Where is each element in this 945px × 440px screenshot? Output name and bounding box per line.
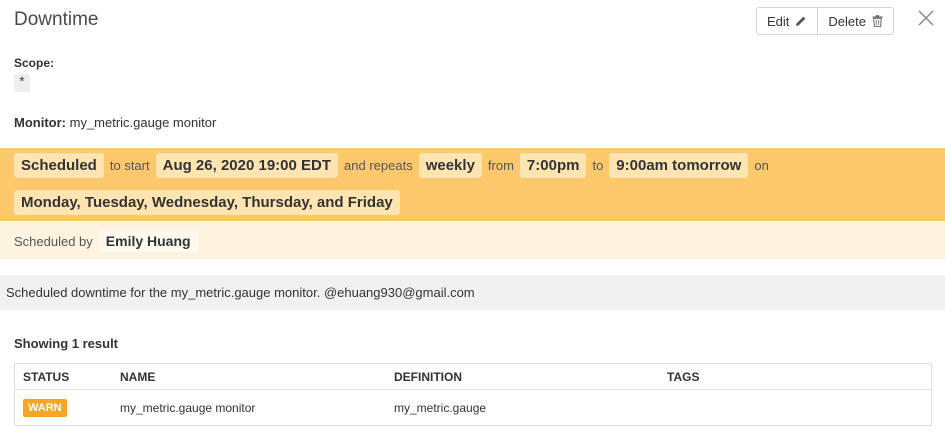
days-chip: Monday, Tuesday, Wednesday, Thursday, an… xyxy=(14,190,400,215)
table-header-divider xyxy=(15,389,931,390)
scope-label: Scope: xyxy=(14,56,55,70)
frequency-chip: weekly xyxy=(418,153,482,178)
schedule-banner: Scheduled to start Aug 26, 2020 19:00 ED… xyxy=(0,148,945,221)
column-header-status[interactable]: STATUS xyxy=(23,370,69,384)
to-text: to xyxy=(592,158,604,173)
result-count: Showing 1 result xyxy=(14,336,119,351)
page-title: Downtime xyxy=(14,9,99,30)
edit-button[interactable]: Edit xyxy=(757,8,817,34)
monitor-line: Monitor: my_metric.gauge monitor xyxy=(14,115,216,130)
to-start-text: to start xyxy=(109,158,150,173)
on-text: on xyxy=(754,158,769,173)
column-header-definition[interactable]: DEFINITION xyxy=(394,370,462,384)
repeats-text: and repeats xyxy=(344,158,413,173)
start-date-chip: Aug 26, 2020 19:00 EDT xyxy=(155,153,339,178)
delete-button[interactable]: Delete xyxy=(817,8,893,34)
scheduled-by-row: Scheduled by Emily Huang xyxy=(14,230,198,252)
to-time-chip: 9:00am tomorrow xyxy=(609,153,749,178)
delete-button-label: Delete xyxy=(828,13,866,29)
from-text: from xyxy=(487,158,514,173)
table-row-definition: my_metric.gauge xyxy=(394,401,487,415)
monitor-value: my_metric.gauge monitor xyxy=(69,115,217,130)
column-header-tags[interactable]: TAGS xyxy=(667,370,699,384)
edit-button-label: Edit xyxy=(767,13,790,29)
pencil-icon xyxy=(796,16,806,26)
schedule-row: Scheduled to start Aug 26, 2020 19:00 ED… xyxy=(14,153,775,178)
schedule-status-chip: Scheduled xyxy=(14,153,104,178)
table-row-name[interactable]: my_metric.gauge monitor xyxy=(120,401,255,415)
monitor-label: Monitor: xyxy=(14,115,66,130)
trash-icon xyxy=(872,15,883,27)
from-time-chip: 7:00pm xyxy=(519,153,587,178)
action-button-group: Edit Delete xyxy=(756,7,894,35)
scope-value: * xyxy=(14,74,30,92)
column-header-name[interactable]: NAME xyxy=(120,370,155,384)
schedule-days-row: Monday, Tuesday, Wednesday, Thursday, an… xyxy=(14,190,400,215)
scheduled-by-label: Scheduled by xyxy=(14,233,93,249)
close-icon[interactable] xyxy=(917,9,935,27)
downtime-message: Scheduled downtime for the my_metric.gau… xyxy=(0,275,945,310)
results-table: STATUS NAME DEFINITION TAGS WARN my_metr… xyxy=(14,363,932,426)
scheduled-by-user: Emily Huang xyxy=(98,230,198,252)
status-badge[interactable]: WARN xyxy=(23,399,67,417)
scheduled-by-banner: Scheduled by Emily Huang xyxy=(0,221,945,259)
